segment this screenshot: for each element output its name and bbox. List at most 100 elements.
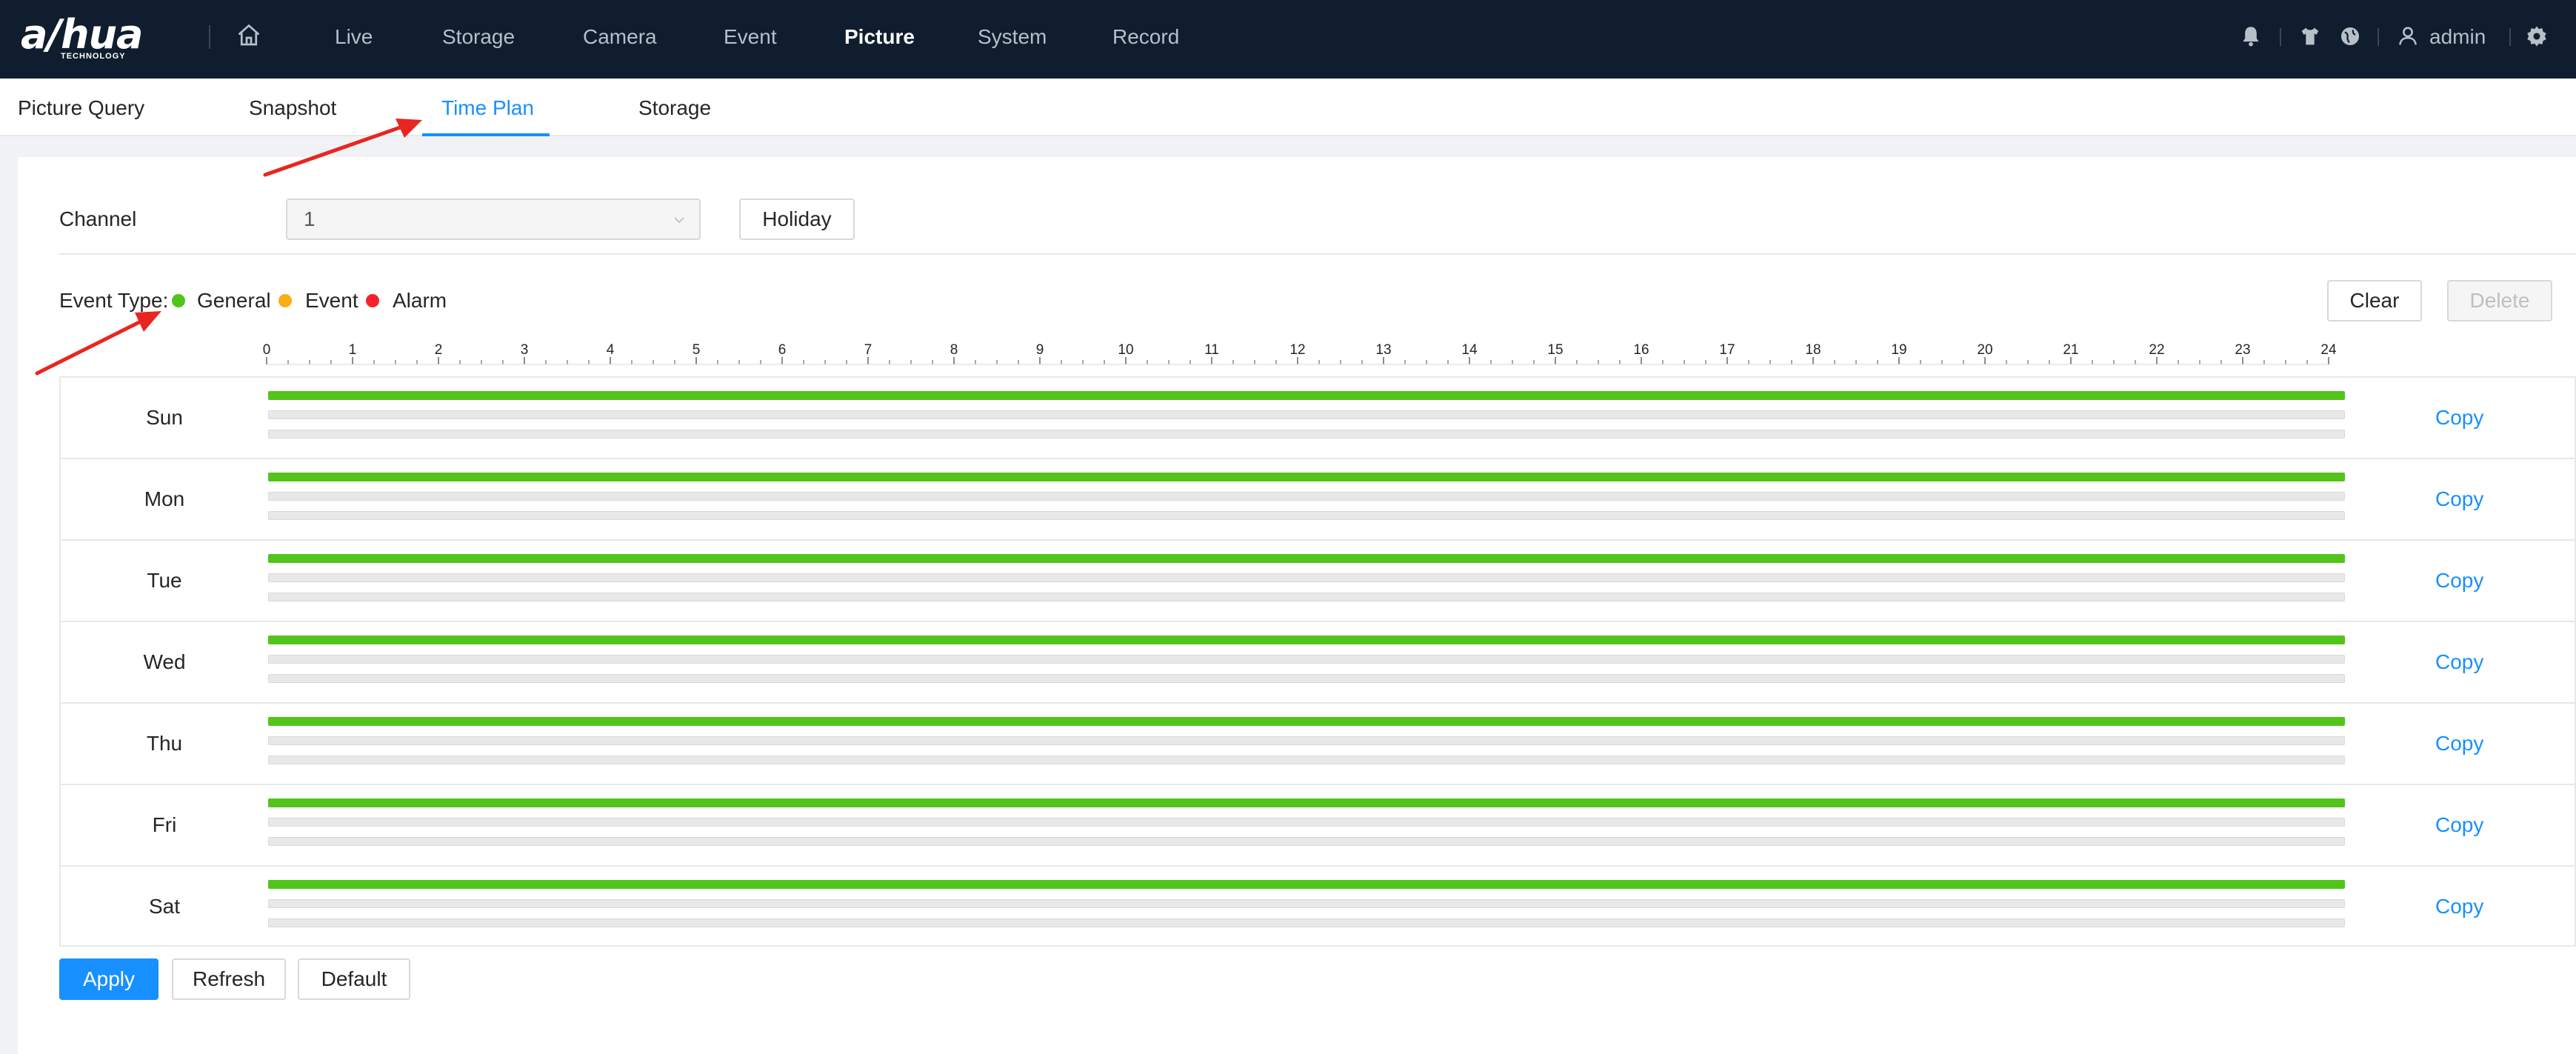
day-label: Fri [152,813,177,836]
refresh-button[interactable]: Refresh [172,958,286,1000]
hour-label: 3 [521,342,529,358]
logo-text: a/hua [21,11,143,58]
event-time-bar[interactable] [268,899,2345,908]
hour-label: 4 [607,342,615,358]
alarm-time-bar[interactable] [268,430,2345,438]
hour-label: 15 [1547,342,1563,358]
general-time-bar[interactable] [268,880,2345,889]
bell-icon[interactable] [2238,24,2263,49]
event-legend-dot [278,294,292,307]
hour-label: 6 [778,342,787,358]
event-time-bar[interactable] [268,736,2345,745]
general-time-bar[interactable] [268,636,2345,644]
alarm-time-bar[interactable] [268,837,2345,846]
hour-label: 18 [1805,342,1821,358]
table-row: Fri Copy [61,785,2575,867]
user-icon[interactable] [2395,24,2420,49]
dahua-logo: a/hua TECHNOLOGY [21,15,169,61]
event-time-bar[interactable] [268,655,2345,664]
general-time-bar[interactable] [268,391,2345,400]
legend-event: Event [305,289,358,312]
default-button[interactable]: Default [298,958,410,1000]
shirt-icon[interactable] [2298,24,2323,49]
hour-label: 24 [2320,342,2337,358]
apply-button[interactable]: Apply [59,958,159,1000]
general-time-bar[interactable] [268,717,2345,726]
copy-link[interactable]: Copy [2435,404,2483,431]
hour-label: 19 [1891,342,1906,358]
nav-record[interactable]: Record [1112,22,1179,52]
hour-label: 23 [2235,342,2250,358]
tab-snapshot[interactable]: Snapshot [249,95,336,121]
clear-button[interactable]: Clear [2327,280,2422,321]
hour-label: 0 [263,342,271,358]
hour-label: 8 [950,342,958,358]
alarm-legend-dot [366,294,379,307]
alarm-time-bar[interactable] [268,674,2345,683]
event-time-bar[interactable] [268,573,2345,582]
tab-picture-query[interactable]: Picture Query [18,95,144,121]
globe-icon[interactable] [2338,24,2363,49]
hour-label: 17 [1719,342,1735,358]
hour-label: 1 [349,342,357,358]
day-label: Tue [147,569,182,592]
legend-general: General [197,289,271,312]
tab-time-plan[interactable]: Time Plan [441,95,534,121]
table-row: Thu Copy [61,704,2575,785]
nav-separator [209,25,210,49]
delete-button[interactable]: Delete [2447,280,2552,321]
icon-separator [2280,28,2281,46]
copy-link[interactable]: Copy [2435,730,2483,757]
nav-system[interactable]: System [978,22,1047,52]
hour-label: 13 [1375,342,1391,358]
copy-link[interactable]: Copy [2435,812,2483,838]
gear-icon[interactable] [2524,24,2549,49]
user-name[interactable]: admin [2429,22,2486,52]
hour-label: 21 [2063,342,2078,358]
general-time-bar[interactable] [268,554,2345,563]
hour-label: 10 [1118,342,1133,358]
icon-separator [2378,28,2379,46]
copy-link[interactable]: Copy [2435,567,2483,594]
active-tab-indicator [422,133,550,136]
legend-alarm: Alarm [393,289,447,312]
copy-link[interactable]: Copy [2435,486,2483,513]
channel-select[interactable]: 1 [286,199,701,240]
general-legend-dot [172,294,185,307]
nav-live[interactable]: Live [335,22,373,52]
icon-separator [2509,28,2511,46]
channel-label: Channel [59,207,137,230]
general-time-bar[interactable] [268,798,2345,807]
day-label: Thu [146,732,183,755]
nav-picture[interactable]: Picture [844,22,915,52]
hour-label: 7 [864,342,872,358]
alarm-time-bar[interactable] [268,511,2345,520]
alarm-time-bar[interactable] [268,593,2345,601]
copy-link[interactable]: Copy [2435,893,2483,920]
table-row: Sat Copy [61,867,2575,948]
hour-label: 16 [1633,342,1649,358]
nav-event[interactable]: Event [724,22,777,52]
hour-ruler: 0 1 2 3 4 5 6 7 8 9 10 11 12 13 14 15 16 17 18 19 20 21 22 23 24 [263,342,2337,365]
event-time-bar[interactable] [268,492,2345,501]
general-time-bar[interactable] [268,473,2345,481]
table-row: Mon Copy [61,459,2575,541]
sub-tab-bar: Picture Query Snapshot Time Plan Storage [0,79,2576,136]
section-divider [59,253,2576,255]
nav-storage[interactable]: Storage [442,22,515,52]
copy-link[interactable]: Copy [2435,649,2483,676]
home-icon[interactable] [236,22,262,49]
hour-label: 9 [1036,342,1044,358]
alarm-time-bar[interactable] [268,756,2345,764]
alarm-time-bar[interactable] [268,918,2345,927]
event-time-bar[interactable] [268,818,2345,827]
event-time-bar[interactable] [268,410,2345,419]
tab-storage[interactable]: Storage [638,95,711,121]
logo-subtitle: TECHNOLOGY [61,52,126,61]
day-label: Mon [144,487,185,510]
hour-label: 14 [1461,342,1478,358]
time-plan-panel: Channel 1 Holiday Event Type: General Ev… [18,157,2576,1054]
table-row: Tue Copy [61,541,2575,622]
holiday-button[interactable]: Holiday [739,199,855,240]
nav-camera[interactable]: Camera [583,22,657,52]
